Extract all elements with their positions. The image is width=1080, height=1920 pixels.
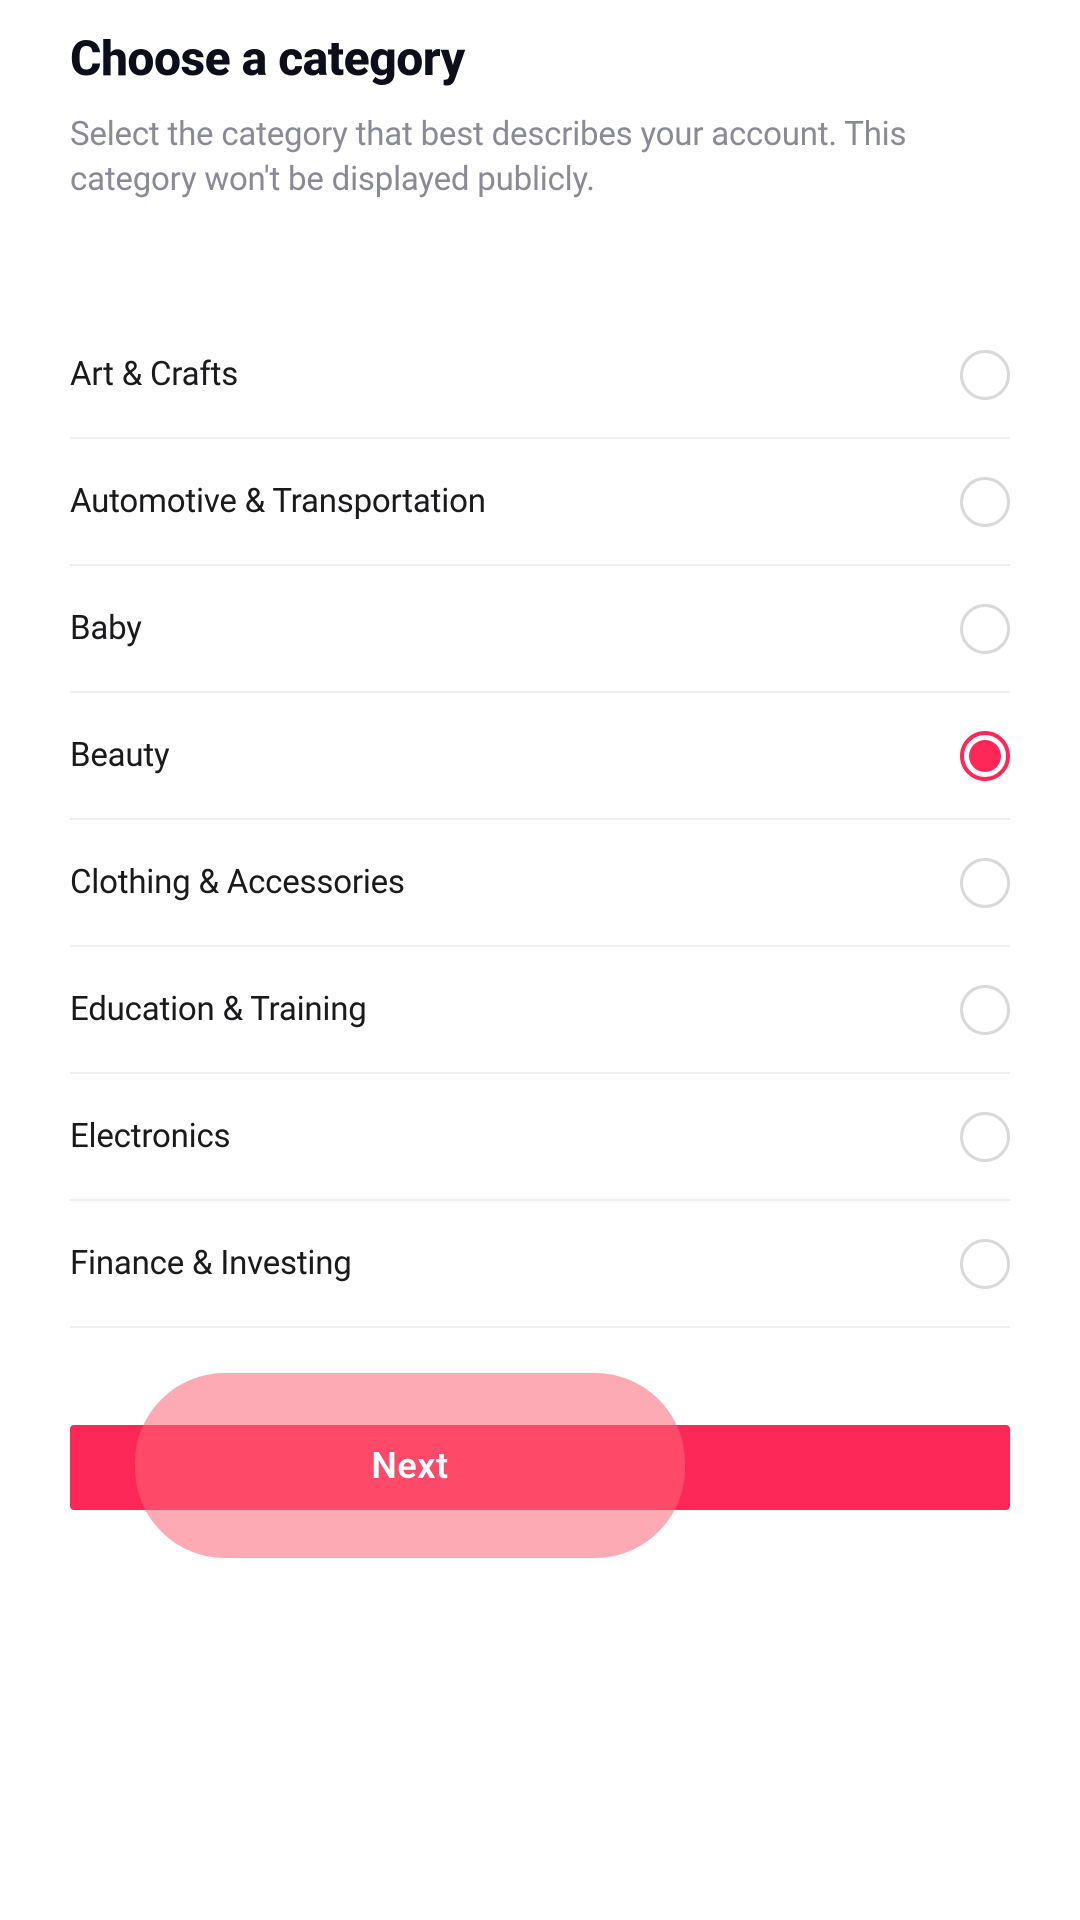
category-row[interactable]: Finance & Investing (70, 1201, 1010, 1328)
category-label: Beauty (70, 736, 169, 775)
radio-unselected-icon[interactable] (960, 1239, 1010, 1289)
category-label: Finance & Investing (70, 1244, 352, 1283)
category-label: Electronics (70, 1117, 230, 1156)
category-label: Automotive & Transportation (70, 482, 486, 521)
radio-selected-icon[interactable] (960, 731, 1010, 781)
category-row[interactable]: Beauty (70, 693, 1010, 820)
radio-unselected-icon[interactable] (960, 858, 1010, 908)
category-label: Baby (70, 609, 142, 648)
radio-unselected-icon[interactable] (960, 604, 1010, 654)
category-row[interactable]: Clothing & Accessories (70, 820, 1010, 947)
category-row[interactable]: Education & Training (70, 947, 1010, 1074)
radio-unselected-icon[interactable] (960, 477, 1010, 527)
next-button-label: Next (371, 1445, 448, 1487)
category-list: Art & Crafts Automotive & Transportation B… (70, 312, 1010, 1328)
category-row[interactable]: Automotive & Transportation (70, 439, 1010, 566)
category-row[interactable]: Baby (70, 566, 1010, 693)
category-row[interactable]: Art & Crafts (70, 312, 1010, 439)
radio-unselected-icon[interactable] (960, 350, 1010, 400)
next-button[interactable]: Next (135, 1373, 685, 1558)
category-label: Art & Crafts (70, 355, 238, 394)
page-title: Choose a category (70, 30, 1010, 87)
category-label: Clothing & Accessories (70, 863, 405, 902)
category-row[interactable]: Electronics (70, 1074, 1010, 1201)
radio-unselected-icon[interactable] (960, 985, 1010, 1035)
page-subtitle: Select the category that best describes … (70, 113, 1010, 202)
category-label: Education & Training (70, 990, 367, 1029)
radio-unselected-icon[interactable] (960, 1112, 1010, 1162)
